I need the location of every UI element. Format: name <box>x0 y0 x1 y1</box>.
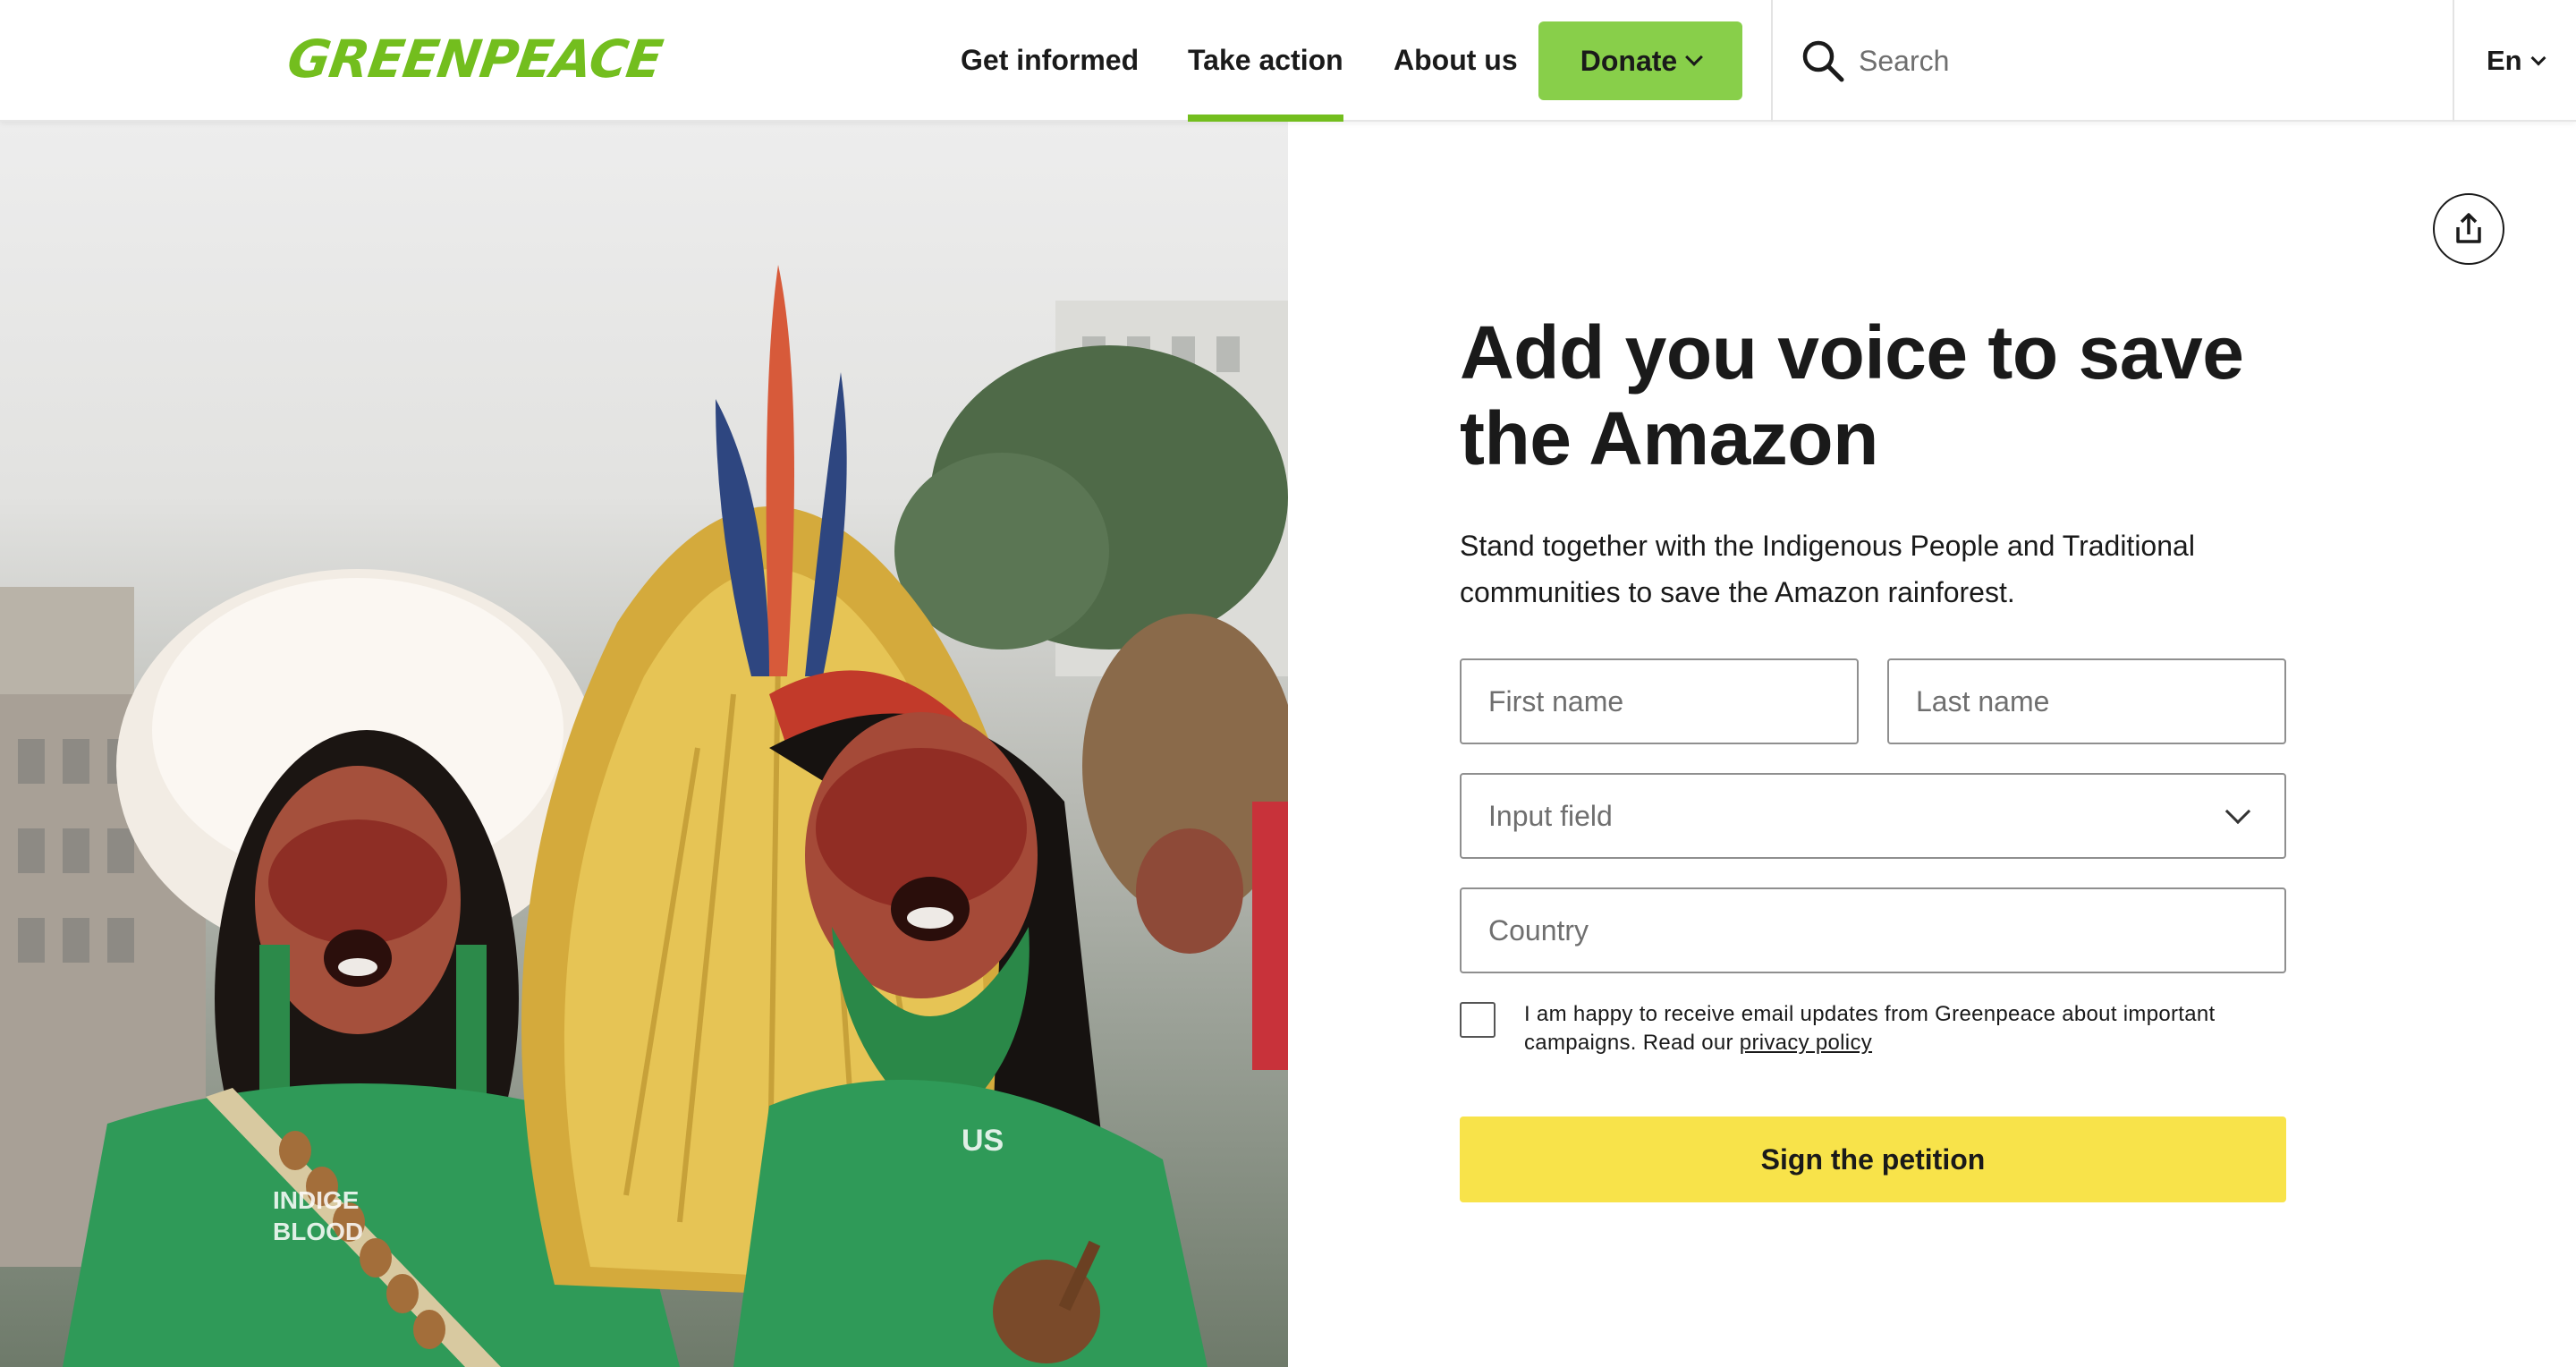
search-bar <box>1800 34 2395 88</box>
chevron-down-icon <box>1685 48 1704 66</box>
nav-take-action[interactable]: Take action <box>1188 0 1343 122</box>
site-header: GREENPEACE Get informed Take action Abou… <box>0 0 2576 122</box>
language-selector[interactable]: En <box>2487 0 2546 122</box>
country-field[interactable] <box>1460 887 2286 973</box>
greenpeace-logo[interactable]: GREENPEACE <box>284 29 665 89</box>
privacy-policy-link[interactable]: privacy policy <box>1740 1031 1872 1055</box>
chevron-down-icon <box>2530 50 2546 66</box>
select-placeholder: Input field <box>1488 799 1613 832</box>
header-divider <box>2453 0 2454 122</box>
photo-illustration: INDIGE BLOOD US <box>0 265 1288 1367</box>
svg-text:US: US <box>962 1124 1004 1158</box>
svg-text:BLOOD: BLOOD <box>273 1218 363 1245</box>
petition-subtitle: Stand together with the Indigenous Peopl… <box>1460 530 2195 608</box>
petition-title: Add you voice to save the Amazon <box>1460 310 2244 480</box>
email-consent-checkbox[interactable] <box>1460 1002 1496 1038</box>
search-icon[interactable] <box>1800 38 1846 84</box>
header-divider <box>1771 0 1773 122</box>
svg-text:INDIGE: INDIGE <box>273 1186 359 1214</box>
chevron-down-icon <box>2224 798 2251 825</box>
first-name-field[interactable] <box>1460 658 1859 744</box>
sign-petition-button[interactable]: Sign the petition <box>1460 1117 2286 1202</box>
last-name-field[interactable] <box>1887 658 2286 744</box>
hero-photo: INDIGE BLOOD US <box>0 122 1288 1367</box>
email-consent-text: I am happy to receive email updates from… <box>1524 1000 2293 1057</box>
donate-label: Donate <box>1580 44 1678 77</box>
search-input[interactable] <box>1859 44 2395 78</box>
donate-button[interactable]: Donate <box>1538 21 1742 100</box>
nav-about-us[interactable]: About us <box>1394 0 1518 122</box>
input-field-select[interactable]: Input field <box>1460 773 2286 859</box>
nav-get-informed[interactable]: Get informed <box>961 0 1139 122</box>
share-button[interactable] <box>2433 193 2504 265</box>
language-label: En <box>2487 45 2522 76</box>
share-icon <box>2456 213 2481 243</box>
